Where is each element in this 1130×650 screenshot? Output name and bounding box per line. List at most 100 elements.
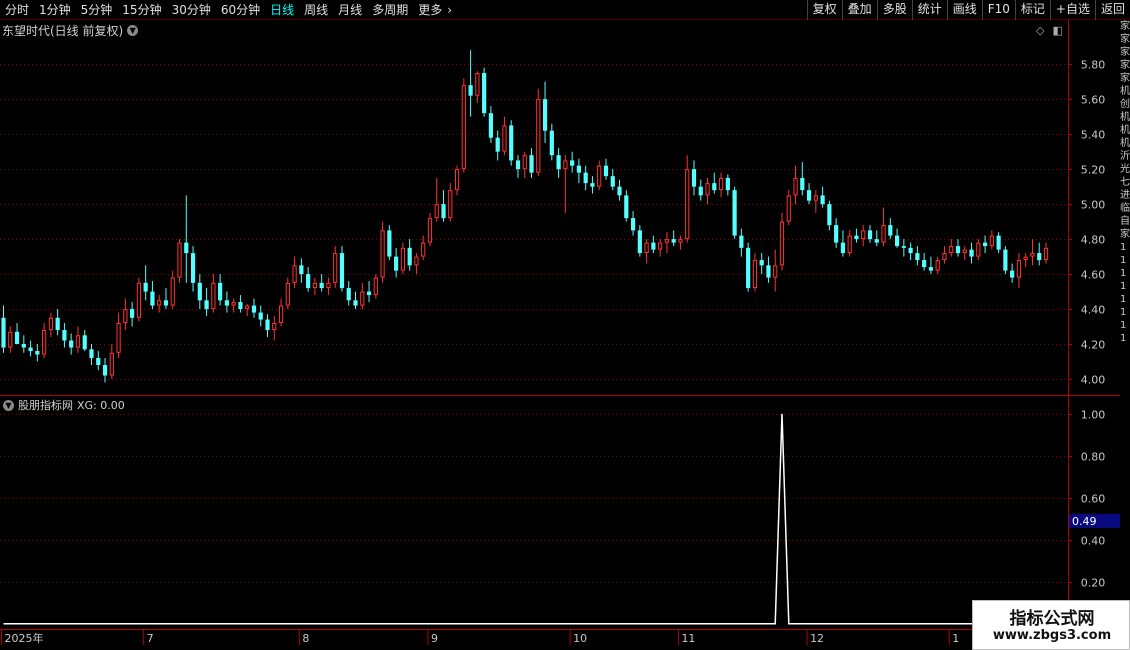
candle-body xyxy=(840,242,846,254)
candle-body xyxy=(705,183,710,196)
candle-body xyxy=(326,282,331,289)
y-tick-label: 0.20 xyxy=(1081,577,1106,590)
candle-body xyxy=(461,85,466,170)
strip-item[interactable]: 1 xyxy=(1120,293,1130,306)
chevron-right-icon[interactable]: › xyxy=(447,0,457,20)
strip-item[interactable]: 创 xyxy=(1120,98,1130,111)
candle-body xyxy=(82,335,87,350)
candle-body xyxy=(786,195,791,222)
strip-item[interactable]: 1 xyxy=(1120,319,1130,332)
period-tab-10[interactable]: 更多 xyxy=(413,0,447,20)
candle-body xyxy=(427,218,433,243)
watermark-url: www.zbgs3.com xyxy=(992,628,1112,643)
candle-body xyxy=(454,169,460,191)
strip-item[interactable]: 1 xyxy=(1120,306,1130,319)
candle-body xyxy=(685,169,690,240)
strip-item[interactable]: 自 xyxy=(1120,215,1130,228)
y-tick-label: 0.40 xyxy=(1081,535,1106,548)
period-tab-0[interactable]: 分时 xyxy=(0,0,34,20)
candle-body xyxy=(583,172,588,184)
candle-body xyxy=(1016,260,1022,278)
period-tab-9[interactable]: 多周期 xyxy=(367,0,413,20)
toolbar-button-2[interactable]: 多股 xyxy=(876,0,912,20)
candle-body xyxy=(96,358,101,366)
candle-body xyxy=(285,282,290,306)
strip-item[interactable]: 家 xyxy=(1120,59,1130,72)
period-tab-3[interactable]: 15分钟 xyxy=(117,0,166,20)
candle-body xyxy=(901,246,906,248)
candle-body xyxy=(360,291,365,306)
site-watermark: 指标公式网 www.zbgs3.com xyxy=(972,600,1130,650)
strip-item[interactable]: 家 xyxy=(1120,20,1130,33)
panel-toggle-icon[interactable]: ◧ xyxy=(1052,24,1062,37)
chevron-down-icon[interactable]: ▼ xyxy=(127,24,139,36)
candle-body xyxy=(1,317,6,348)
candle-body xyxy=(597,165,602,187)
strip-item[interactable]: 机 xyxy=(1120,85,1130,98)
candle-body xyxy=(1023,256,1028,261)
candle-body xyxy=(861,230,866,240)
strip-item[interactable]: 1 xyxy=(1120,280,1130,293)
strip-item[interactable]: 机 xyxy=(1120,111,1130,124)
strip-item[interactable]: 1 xyxy=(1120,267,1130,280)
candle-body xyxy=(42,330,47,355)
candle-body xyxy=(698,186,703,196)
toolbar-button-0[interactable]: 复权 xyxy=(806,0,842,20)
candle-body xyxy=(218,282,223,301)
strip-item[interactable]: 1 xyxy=(1120,254,1130,267)
period-tab-7[interactable]: 周线 xyxy=(299,0,333,20)
strip-item[interactable]: 1 xyxy=(1120,332,1130,345)
y-tick-label: 1.00 xyxy=(1081,409,1106,422)
candle-body xyxy=(671,239,676,243)
strip-item[interactable]: 1 xyxy=(1120,241,1130,254)
candle-body xyxy=(800,177,805,191)
strip-item[interactable]: 家 xyxy=(1120,72,1130,85)
toolbar-button-6[interactable]: 标记 xyxy=(1014,0,1050,20)
candle-body xyxy=(434,204,439,219)
strip-item[interactable]: 机 xyxy=(1120,124,1130,137)
candle-body xyxy=(190,253,196,283)
candle-body xyxy=(48,317,53,331)
y-tick-label: 5.20 xyxy=(1081,164,1106,177)
strip-item[interactable]: 家 xyxy=(1120,33,1130,46)
toolbar-button-1[interactable]: 叠加 xyxy=(841,0,877,20)
candle-body xyxy=(35,351,40,355)
toolbar-button-8[interactable]: 返回 xyxy=(1094,0,1130,20)
period-tab-1[interactable]: 1分钟 xyxy=(34,0,76,20)
candle-body xyxy=(380,230,385,278)
candle-body xyxy=(806,190,812,201)
strip-item[interactable]: 机 xyxy=(1120,137,1130,150)
indicator-series xyxy=(3,413,1067,625)
chevron-down-icon[interactable]: ▼ xyxy=(3,399,14,411)
strip-item[interactable]: 家 xyxy=(1120,228,1130,241)
toolbar-button-3[interactable]: 统计 xyxy=(911,0,947,20)
toolbar-button-7[interactable]: +自选 xyxy=(1049,0,1095,20)
candle-body xyxy=(251,305,257,313)
diamond-icon[interactable]: ◇ xyxy=(1036,24,1044,37)
strip-item[interactable]: 临 xyxy=(1120,202,1130,215)
strip-item[interactable]: 家 xyxy=(1120,46,1130,59)
candle-body xyxy=(854,235,859,240)
candle-body xyxy=(1043,247,1049,261)
toolbar-button-5[interactable]: F10 xyxy=(981,0,1015,20)
strip-item[interactable]: 光 xyxy=(1120,163,1130,176)
candle-body xyxy=(610,176,615,187)
candle-body xyxy=(739,235,744,248)
candle-body xyxy=(346,288,351,301)
period-tab-4[interactable]: 30分钟 xyxy=(167,0,216,20)
toolbar-button-4[interactable]: 画线 xyxy=(946,0,982,20)
main-panel-title: 东望时代(日线 前复权) xyxy=(2,23,124,38)
strip-item[interactable]: 进 xyxy=(1120,189,1130,202)
strip-item[interactable]: 沂 xyxy=(1120,150,1130,163)
strip-item[interactable]: 七 xyxy=(1120,176,1130,189)
candle-body xyxy=(820,195,825,205)
action-buttons: 复权 叠加 多股 统计 画线 F10 标记 +自选 返回 xyxy=(806,0,1130,20)
right-sidebar-strip[interactable]: 家家家家家机创机机机沂光七进临自家11111111 xyxy=(1120,20,1130,650)
candle-body xyxy=(1037,253,1042,261)
period-tab-8[interactable]: 月线 xyxy=(333,0,367,20)
candle-body xyxy=(8,331,13,348)
period-tab-6[interactable]: 日线 xyxy=(265,0,299,20)
period-tab-2[interactable]: 5分钟 xyxy=(76,0,118,20)
candle-body xyxy=(935,260,940,271)
period-tab-5[interactable]: 60分钟 xyxy=(216,0,265,20)
